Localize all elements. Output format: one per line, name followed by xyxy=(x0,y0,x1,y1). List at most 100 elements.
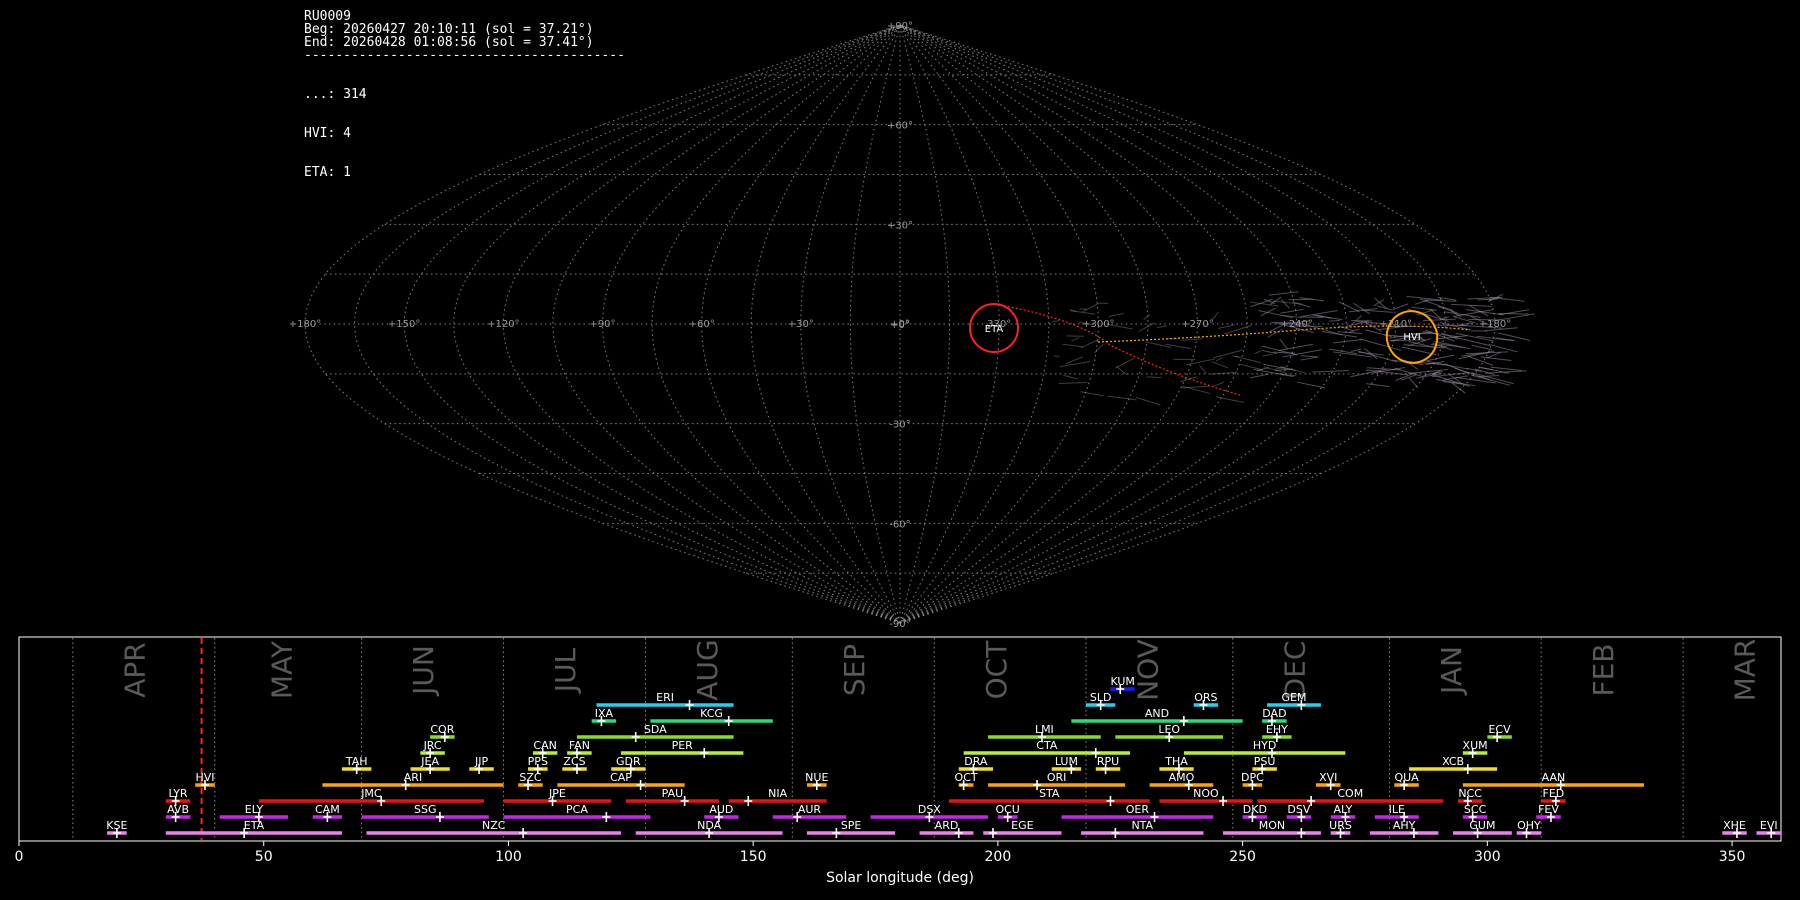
shower-ari: ARI xyxy=(322,771,504,790)
shower-code-label: CAP xyxy=(610,771,632,784)
shower-code-label: DAD xyxy=(1262,707,1286,720)
shower-code-label: GDR xyxy=(616,755,641,768)
shower-code-label: AND xyxy=(1145,707,1169,720)
shower-ohy: OHY xyxy=(1516,819,1542,838)
shower-code-label: AUR xyxy=(798,803,822,816)
x-tick-label: 300 xyxy=(1474,849,1501,865)
shower-code-label: AVB xyxy=(167,803,189,816)
shower-ecv: ECV xyxy=(1487,723,1512,742)
shower-code-label: EHY xyxy=(1266,723,1288,736)
shower-mon: MON xyxy=(1223,819,1321,838)
shower-code-label: ELY xyxy=(245,803,264,816)
shower-code-label: NUE xyxy=(805,771,828,784)
shower-code-label: PPS xyxy=(528,755,548,768)
shower-code-label: LUM xyxy=(1055,755,1078,768)
shower-code-label: DSV xyxy=(1287,803,1310,816)
shower-code-label: JRC xyxy=(423,739,442,752)
shower-code-label: STA xyxy=(1039,787,1060,800)
x-axis-ticks: 0 50 100 150 200 250 300 350 xyxy=(15,841,1745,865)
shower-code-label: XCB xyxy=(1442,755,1464,768)
month-label: JAN xyxy=(1435,646,1468,696)
shower-code-label: JMC xyxy=(360,787,382,800)
shower-pca: PCA xyxy=(503,803,651,822)
shower-code-label: TAH xyxy=(345,755,368,768)
shower-code-label: ILE xyxy=(1389,803,1405,816)
shower-code-label: KSE xyxy=(106,819,127,832)
shower-code-label: GUM xyxy=(1469,819,1495,832)
shower-code-label: NDA xyxy=(697,819,722,832)
shower-dsv: DSV xyxy=(1286,803,1312,822)
shower-code-label: AHY xyxy=(1393,819,1416,832)
shower-evi: EVI xyxy=(1756,819,1781,838)
shower-jpe: JPE xyxy=(503,787,612,806)
shower-code-label: DPC xyxy=(1241,771,1264,784)
shower-code-label: NCC xyxy=(1458,787,1482,800)
shower-code-label: OHY xyxy=(1517,819,1541,832)
shower-code-label: CAM xyxy=(315,803,340,816)
shower-code-label: XUM xyxy=(1463,739,1488,752)
shower-code-label: JEA xyxy=(420,755,439,768)
shower-code-label: XVI xyxy=(1319,771,1337,784)
shower-code-label: ETA xyxy=(244,819,265,832)
shower-code-label: URS xyxy=(1329,819,1352,832)
shower-szc: SZC xyxy=(518,771,543,790)
shower-code-label: THA xyxy=(1164,755,1188,768)
shower-code-label: ERI xyxy=(656,691,674,704)
shower-code-label: EVI xyxy=(1760,819,1778,832)
shower-code-label: CAN xyxy=(533,739,556,752)
shower-dpc: DPC xyxy=(1241,771,1264,790)
shower-gum: GUM xyxy=(1453,819,1512,838)
shower-aur: AUR xyxy=(772,803,847,822)
shower-code-label: OCT xyxy=(955,771,978,784)
shower-code-label: PCA xyxy=(566,803,588,816)
shower-avb: AVB xyxy=(165,803,191,822)
shower-code-label: NIA xyxy=(768,787,787,800)
shower-code-label: NZC xyxy=(482,819,506,832)
shower-code-label: PAU xyxy=(662,787,684,800)
month-label: FEB xyxy=(1587,643,1620,696)
shower-oct: OCT xyxy=(955,771,978,790)
month-label: NOV xyxy=(1132,639,1165,701)
month-label: OCT xyxy=(980,640,1013,700)
shower-leo: LEO xyxy=(1115,723,1224,742)
shower-code-label: RPU xyxy=(1097,755,1119,768)
month-label: AUG xyxy=(691,639,724,700)
x-tick-label: 50 xyxy=(255,849,273,865)
shower-code-label: PER xyxy=(672,739,694,752)
shower-code-label: QUA xyxy=(1394,771,1419,784)
month-label: JUN xyxy=(407,645,440,697)
shower-code-label: JPE xyxy=(548,787,566,800)
shower-tah: TAH xyxy=(342,755,372,774)
shower-jip: JIP xyxy=(469,755,494,774)
shower-code-label: DRA xyxy=(964,755,988,768)
shower-code-label: HYD xyxy=(1253,739,1276,752)
shower-rpu: RPU xyxy=(1095,755,1121,774)
x-tick-label: 200 xyxy=(985,849,1012,865)
shower-noo: NOO xyxy=(1159,787,1253,806)
shower-code-label: AAN xyxy=(1542,771,1566,784)
month-label: MAY xyxy=(265,640,298,699)
shower-code-label: MON xyxy=(1259,819,1285,832)
shower-ard: ARD xyxy=(919,819,974,838)
shower-code-label: ZCS xyxy=(563,755,585,768)
shower-code-label: NOO xyxy=(1193,787,1219,800)
shower-code-label: GEM xyxy=(1282,691,1307,704)
shower-code-label: OCU xyxy=(995,803,1019,816)
x-axis-label: Solar longitude (deg) xyxy=(826,870,974,886)
shower-code-label: KUM xyxy=(1110,675,1134,688)
shower-code-label: JIP xyxy=(474,755,488,768)
shower-zcs: ZCS xyxy=(562,755,587,774)
shower-jmc: JMC xyxy=(258,787,484,806)
shower-sta: STA xyxy=(948,787,1150,806)
shower-code-label: ECV xyxy=(1488,723,1511,736)
shower-ixa: IXA xyxy=(591,707,617,726)
shower-code-label: NTA xyxy=(1131,819,1153,832)
shower-nda: NDA xyxy=(635,819,783,838)
shower-hvi: HVI xyxy=(195,771,215,790)
shower-xhe: XHE xyxy=(1722,819,1747,838)
shower-ege: EGE xyxy=(983,819,1062,838)
shower-code-label: SSG xyxy=(414,803,437,816)
shower-code-label: ARI xyxy=(404,771,422,784)
shower-code-label: DKD xyxy=(1243,803,1267,816)
shower-code-label: KCG xyxy=(700,707,723,720)
